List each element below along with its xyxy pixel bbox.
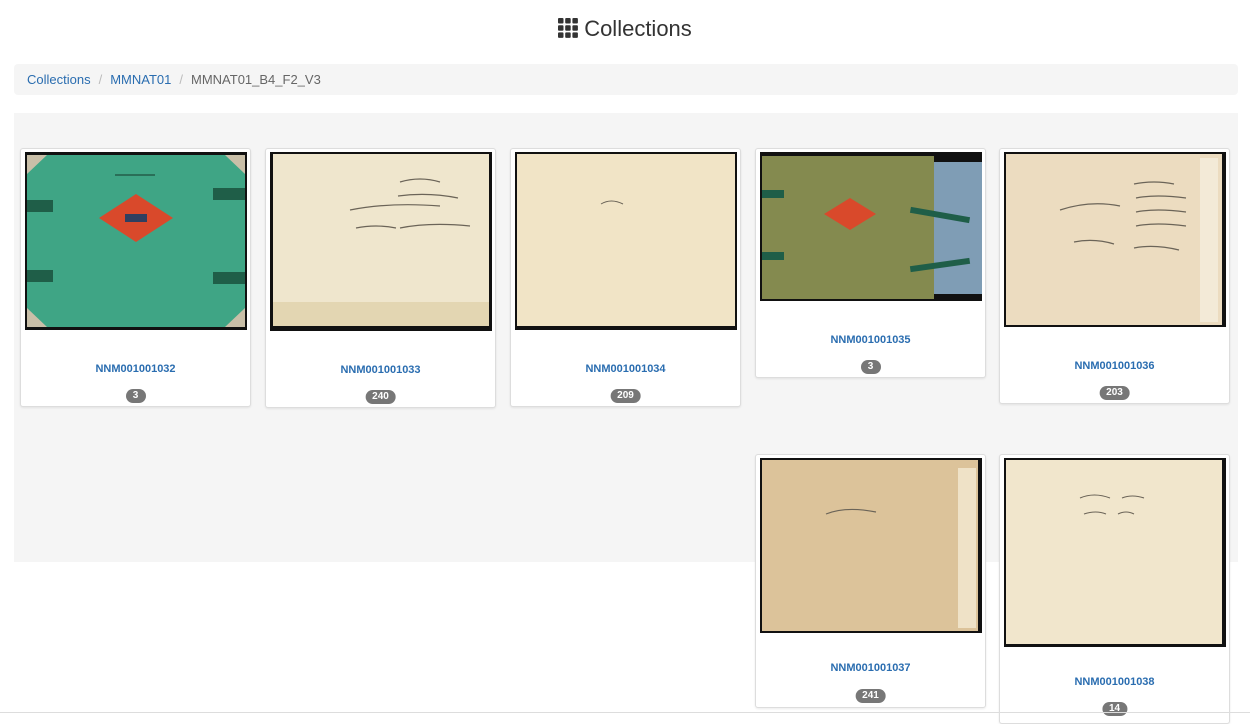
collection-card[interactable]: NNM001001034 209 [510,148,741,407]
item-thumbnail[interactable] [1004,458,1226,647]
item-thumbnail[interactable] [1004,152,1226,327]
page-count-badge: 241 [855,689,886,703]
breadcrumb-current: MMNAT01_B4_F2_V3 [191,72,321,87]
item-thumbnail[interactable] [270,152,492,331]
item-thumbnail[interactable] [515,152,737,330]
breadcrumb-separator: / [98,72,103,87]
page-count-badge: 3 [860,360,881,374]
page-count-badge: 3 [125,389,146,403]
item-thumbnail[interactable] [760,152,982,301]
collection-card[interactable]: NNM001001036 203 [999,148,1230,404]
page-count-badge: 240 [365,390,396,404]
collection-card[interactable]: NNM001001038 14 [999,454,1230,724]
page-title-text: Collections [584,16,692,41]
item-id-link[interactable]: NNM001001035 [756,334,985,346]
item-id-link[interactable]: NNM001001032 [21,363,250,375]
collection-card[interactable]: NNM001001033 240 [265,148,496,408]
collection-card[interactable]: NNM001001032 3 [20,148,251,407]
item-id-link[interactable]: NNM001001038 [1000,676,1229,688]
page-count-badge: 209 [610,389,641,403]
collection-card[interactable]: NNM001001035 3 [755,148,986,378]
item-id-link[interactable]: NNM001001034 [511,363,740,375]
item-thumbnail[interactable] [760,458,982,633]
page-count-badge: 14 [1101,702,1128,716]
page-title: Collections [0,14,1250,44]
item-id-link[interactable]: NNM001001036 [1000,360,1229,372]
page-count-badge: 203 [1099,386,1130,400]
item-thumbnail[interactable] [25,152,247,330]
breadcrumb-separator: / [179,72,183,87]
breadcrumb: Collections / MMNAT01 / MMNAT01_B4_F2_V3 [14,64,1238,95]
item-id-link[interactable]: NNM001001033 [266,364,495,376]
item-id-link[interactable]: NNM001001037 [756,662,985,674]
breadcrumb-link-collections[interactable]: Collections [27,72,91,87]
breadcrumb-link-mmnat01[interactable]: MMNAT01 [110,72,171,87]
collection-card[interactable]: NNM001001037 241 [755,454,986,708]
grid-icon [558,16,579,38]
